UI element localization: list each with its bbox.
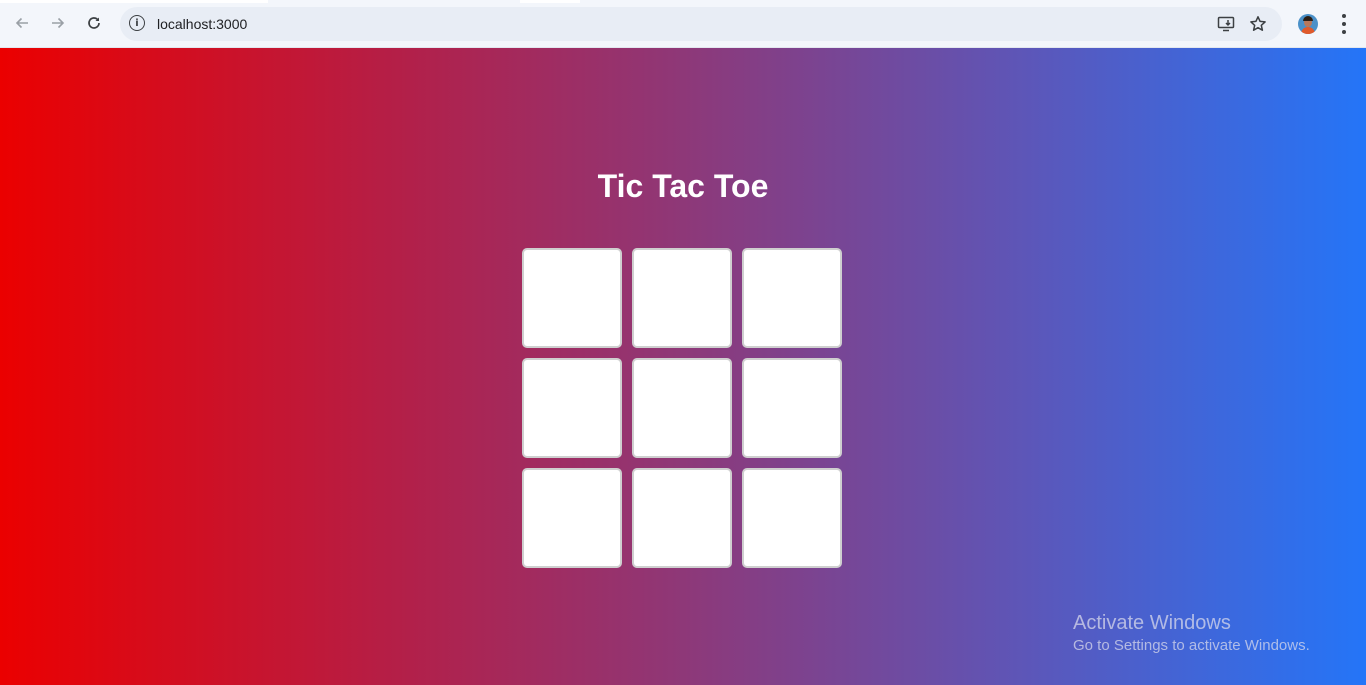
install-app-icon[interactable] (1216, 14, 1236, 34)
board-cell-3[interactable] (742, 248, 842, 348)
board-cell-5[interactable] (632, 358, 732, 458)
tab-strip-edge (520, 0, 580, 3)
game-title: Tic Tac Toe (597, 168, 769, 204)
info-icon[interactable]: i (129, 15, 145, 31)
board-cell-8[interactable] (632, 468, 732, 568)
reload-icon (88, 17, 100, 29)
board-cell-7[interactable] (522, 468, 622, 568)
forward-button[interactable] (45, 10, 71, 36)
board-cell-4[interactable] (522, 358, 622, 458)
watermark-title: Activate Windows (1073, 612, 1231, 634)
address-bar[interactable]: i localhost:3000 (120, 7, 1282, 41)
profile-avatar[interactable] (1298, 14, 1318, 34)
windows-activation-watermark: Activate Windows Go to Settings to activ… (1073, 611, 1310, 657)
star-icon[interactable] (1248, 14, 1268, 34)
url-text[interactable]: localhost:3000 (157, 7, 247, 41)
more-vert-icon[interactable] (1334, 12, 1354, 36)
tab-strip-edge (0, 0, 268, 3)
page-viewport: Tic Tac Toe Activate Windows Go to Setti… (0, 48, 1366, 685)
board-cell-1[interactable] (522, 248, 622, 348)
game-board (522, 248, 844, 568)
board-cell-6[interactable] (742, 358, 842, 458)
back-button[interactable] (9, 10, 35, 36)
watermark-subtitle: Go to Settings to activate Windows. (1073, 637, 1310, 654)
board-cell-9[interactable] (742, 468, 842, 568)
reload-button[interactable] (81, 10, 107, 36)
arrow-right-icon (52, 17, 65, 29)
board-cell-2[interactable] (632, 248, 732, 348)
arrow-left-icon (15, 17, 28, 29)
browser-toolbar: i localhost:3000 (0, 0, 1366, 48)
